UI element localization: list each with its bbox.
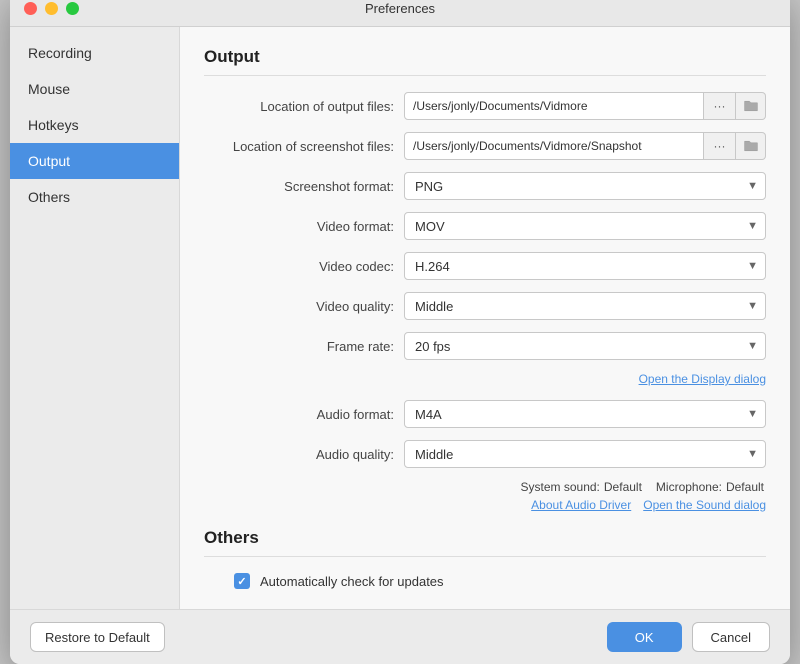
sidebar-item-recording[interactable]: Recording — [10, 35, 179, 71]
video-codec-wrapper: H.264 H.265 MPEG-4 ▼ — [404, 252, 766, 280]
video-quality-label: Video quality: — [204, 299, 404, 314]
audio-status-row: System sound: Default Microphone: Defaul… — [204, 480, 766, 494]
screenshot-location-label: Location of screenshot files: — [204, 139, 404, 154]
auto-update-label: Automatically check for updates — [260, 574, 444, 589]
microphone-label: Microphone: — [656, 480, 722, 494]
main-layout: Recording Mouse Hotkeys Output Others Ou… — [10, 27, 790, 609]
screenshot-location-input[interactable] — [404, 132, 704, 160]
screenshot-location-row: Location of screenshot files: ··· — [204, 132, 766, 160]
open-sound-dialog-link[interactable]: Open the Sound dialog — [643, 498, 766, 512]
screenshot-location-dots-button[interactable]: ··· — [704, 132, 736, 160]
footer: Restore to Default OK Cancel — [10, 609, 790, 664]
output-location-row: Location of output files: ··· — [204, 92, 766, 120]
video-codec-row: Video codec: H.264 H.265 MPEG-4 ▼ — [204, 252, 766, 280]
about-audio-driver-link[interactable]: About Audio Driver — [531, 498, 631, 512]
auto-update-checkbox[interactable] — [234, 573, 250, 589]
screenshot-format-wrapper: PNG JPG BMP GIF TIFF ▼ — [404, 172, 766, 200]
frame-rate-row: Frame rate: 5 fps 10 fps 15 fps 20 fps 2… — [204, 332, 766, 360]
output-location-label: Location of output files: — [204, 99, 404, 114]
screenshot-format-label: Screenshot format: — [204, 179, 404, 194]
others-section-title: Others — [204, 528, 766, 557]
output-location-dots-button[interactable]: ··· — [704, 92, 736, 120]
audio-quality-label: Audio quality: — [204, 447, 404, 462]
window-title: Preferences — [365, 1, 435, 16]
output-location-input[interactable] — [404, 92, 704, 120]
system-sound-label: System sound: — [521, 480, 600, 494]
video-quality-row: Video quality: High Middle Low ▼ — [204, 292, 766, 320]
sidebar-item-output[interactable]: Output — [10, 143, 179, 179]
system-sound-value: Default — [604, 480, 642, 494]
screenshot-format-select[interactable]: PNG JPG BMP GIF TIFF — [404, 172, 766, 200]
restore-default-button[interactable]: Restore to Default — [30, 622, 165, 652]
video-format-wrapper: MOV MP4 AVI MKV ▼ — [404, 212, 766, 240]
titlebar: Preferences — [10, 0, 790, 27]
frame-rate-select[interactable]: 5 fps 10 fps 15 fps 20 fps 25 fps 30 fps — [404, 332, 766, 360]
ok-button[interactable]: OK — [607, 622, 682, 652]
video-format-row: Video format: MOV MP4 AVI MKV ▼ — [204, 212, 766, 240]
video-codec-select[interactable]: H.264 H.265 MPEG-4 — [404, 252, 766, 280]
auto-update-row: Automatically check for updates — [204, 573, 766, 589]
screenshot-location-folder-button[interactable] — [736, 132, 766, 160]
traffic-lights — [24, 2, 79, 15]
output-location-folder-button[interactable] — [736, 92, 766, 120]
audio-format-label: Audio format: — [204, 407, 404, 422]
audio-quality-row: Audio quality: High Middle Low ▼ — [204, 440, 766, 468]
audio-format-row: Audio format: M4A MP3 AAC FLAC ▼ — [204, 400, 766, 428]
audio-section: Audio format: M4A MP3 AAC FLAC ▼ Audio q… — [204, 400, 766, 512]
folder-icon — [743, 98, 759, 114]
frame-rate-label: Frame rate: — [204, 339, 404, 354]
open-display-dialog-link[interactable]: Open the Display dialog — [639, 372, 766, 386]
video-format-label: Video format: — [204, 219, 404, 234]
display-dialog-row: Open the Display dialog — [204, 372, 766, 386]
cancel-button[interactable]: Cancel — [692, 622, 770, 652]
minimize-button[interactable] — [45, 2, 58, 15]
maximize-button[interactable] — [66, 2, 79, 15]
content-area: Output Location of output files: ··· Loc… — [180, 27, 790, 609]
audio-links-row: About Audio Driver Open the Sound dialog — [204, 498, 766, 512]
sidebar: Recording Mouse Hotkeys Output Others — [10, 27, 180, 609]
screenshot-location-field: ··· — [404, 132, 766, 160]
output-section-title: Output — [204, 47, 766, 76]
audio-format-select[interactable]: M4A MP3 AAC FLAC — [404, 400, 766, 428]
microphone-value: Default — [726, 480, 764, 494]
frame-rate-wrapper: 5 fps 10 fps 15 fps 20 fps 25 fps 30 fps… — [404, 332, 766, 360]
footer-right-buttons: OK Cancel — [607, 622, 770, 652]
folder-icon-2 — [743, 138, 759, 154]
video-quality-wrapper: High Middle Low ▼ — [404, 292, 766, 320]
sidebar-item-others[interactable]: Others — [10, 179, 179, 215]
microphone-status: Microphone: Default — [656, 480, 764, 494]
screenshot-format-row: Screenshot format: PNG JPG BMP GIF TIFF … — [204, 172, 766, 200]
audio-format-wrapper: M4A MP3 AAC FLAC ▼ — [404, 400, 766, 428]
audio-quality-select[interactable]: High Middle Low — [404, 440, 766, 468]
system-sound-status: System sound: Default — [521, 480, 642, 494]
video-codec-label: Video codec: — [204, 259, 404, 274]
video-quality-select[interactable]: High Middle Low — [404, 292, 766, 320]
close-button[interactable] — [24, 2, 37, 15]
others-section: Others Automatically check for updates — [204, 528, 766, 589]
output-location-field: ··· — [404, 92, 766, 120]
video-format-select[interactable]: MOV MP4 AVI MKV — [404, 212, 766, 240]
preferences-window: Preferences Recording Mouse Hotkeys Outp… — [10, 0, 790, 664]
sidebar-item-hotkeys[interactable]: Hotkeys — [10, 107, 179, 143]
sidebar-item-mouse[interactable]: Mouse — [10, 71, 179, 107]
audio-quality-wrapper: High Middle Low ▼ — [404, 440, 766, 468]
